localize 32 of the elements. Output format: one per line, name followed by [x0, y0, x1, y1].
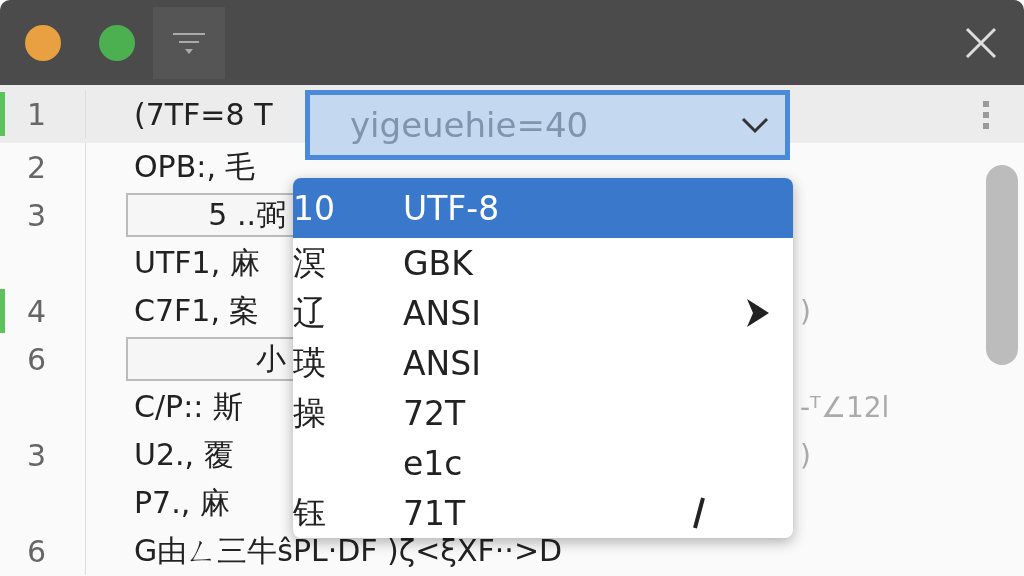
code-line: UTF1, 麻 — [133, 243, 261, 282]
close-icon[interactable] — [964, 25, 998, 60]
chevron-down-icon — [740, 116, 770, 134]
code-line: P7., 麻 — [133, 483, 231, 522]
encoding-dropdown[interactable]: yigeuehie=40 — [305, 90, 790, 160]
menu-item[interactable]: 辽 ANSI — [293, 288, 793, 338]
code-fragment: ) — [800, 438, 811, 472]
line-number: 2 — [27, 149, 47, 185]
line-number: 6 — [27, 341, 47, 377]
menu-item[interactable]: 操 72T — [293, 388, 793, 438]
code-fragment: -ᵀ∠12l — [800, 390, 890, 424]
submenu-arrow-icon — [745, 297, 771, 329]
code-line: C7F1, 案 — [133, 291, 261, 330]
code-line: U2., 覆 — [133, 435, 235, 474]
line-number: 3 — [27, 197, 47, 233]
menu-item[interactable]: 10 UTF-8 — [293, 178, 793, 238]
line-number: 4 — [27, 293, 47, 329]
more-icon[interactable] — [982, 101, 990, 129]
filter-button[interactable] — [153, 6, 225, 79]
line-number: 1 — [27, 96, 47, 132]
menu-item[interactable]: e1c — [293, 438, 793, 488]
code-line: (7TF=8 T — [133, 96, 274, 132]
menu-item[interactable]: 溟 GBK — [293, 238, 793, 288]
code-line: C/P:: 斯 — [133, 387, 244, 426]
maximize-button[interactable] — [99, 24, 135, 61]
code-fragment: ) — [800, 294, 811, 328]
code-line: OPB:, 毛 — [133, 147, 257, 186]
line-number: 6 — [27, 533, 47, 569]
check-icon — [691, 496, 705, 530]
scrollbar-thumb[interactable] — [986, 165, 1018, 365]
minimize-button[interactable] — [25, 24, 61, 61]
line-number: 3 — [27, 437, 47, 473]
